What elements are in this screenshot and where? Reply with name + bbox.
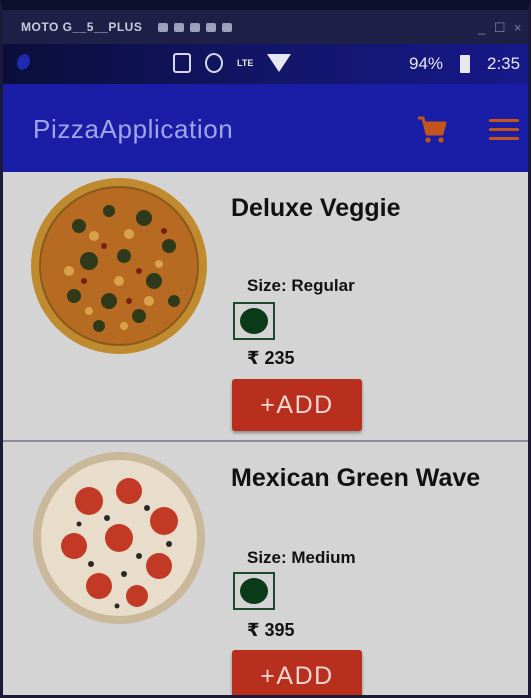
system-icons: LTE <box>173 53 292 73</box>
veg-indicator-icon <box>233 302 275 340</box>
pizza-size: Size: Medium <box>247 548 356 567</box>
window-controls: _ ☐ × <box>478 20 522 36</box>
battery-charging-icon <box>460 55 470 73</box>
camera-icon[interactable] <box>158 22 169 32</box>
status-clock: 2:35 <box>487 54 521 73</box>
do-not-disturb-icon <box>17 54 35 72</box>
menu-icon[interactable] <box>489 119 519 141</box>
cart-icon[interactable] <box>416 115 448 145</box>
video-icon[interactable] <box>174 22 185 32</box>
pizza-list: Deluxe Veggie Size: Regular ₹ 235 +ADD M… <box>3 172 528 695</box>
add-to-cart-button[interactable]: +ADD <box>232 650 362 695</box>
wifi-icon <box>267 54 292 72</box>
headphones-icon[interactable] <box>190 22 201 32</box>
vibrate-icon <box>173 53 191 73</box>
veg-indicator-icon <box>233 572 275 610</box>
add-to-cart-button[interactable]: +ADD <box>232 379 362 431</box>
emulator-toolbar-icons <box>158 22 233 32</box>
pizza-price: ₹ 395 <box>247 620 295 640</box>
close-button[interactable]: × <box>514 20 522 36</box>
app-title: PizzaApplication <box>33 114 234 144</box>
lte-call-icon: LTE <box>237 58 254 68</box>
pizza-card: Mexican Green Wave Size: Medium ₹ 395 +A… <box>3 442 528 695</box>
pizza-name: Mexican Green Wave <box>231 464 481 492</box>
pizza-name: Deluxe Veggie <box>231 194 401 222</box>
device-name: MOTO G__5__PLUS <box>21 20 143 34</box>
fullscreen-icon[interactable] <box>206 22 217 32</box>
pizza-price: ₹ 235 <box>247 348 295 368</box>
pizza-image <box>33 452 205 624</box>
phone-frame: MOTO G__5__PLUS _ ☐ × LTE 94% 2:35 Pizza… <box>0 0 531 698</box>
app-bar: PizzaApplication <box>3 84 528 172</box>
pizza-card: Deluxe Veggie Size: Regular ₹ 235 +ADD <box>3 172 528 442</box>
pizza-size: Size: Regular <box>247 276 355 295</box>
settings-icon[interactable] <box>222 22 233 32</box>
pizza-image <box>31 178 207 354</box>
status-bar: LTE 94% 2:35 <box>3 44 528 84</box>
minimize-button[interactable]: _ <box>478 20 486 36</box>
maximize-button[interactable]: ☐ <box>494 20 506 36</box>
alarm-icon <box>205 53 223 73</box>
emulator-title-bar: MOTO G__5__PLUS _ ☐ × <box>3 10 528 44</box>
battery-percentage: 94% <box>409 54 444 73</box>
